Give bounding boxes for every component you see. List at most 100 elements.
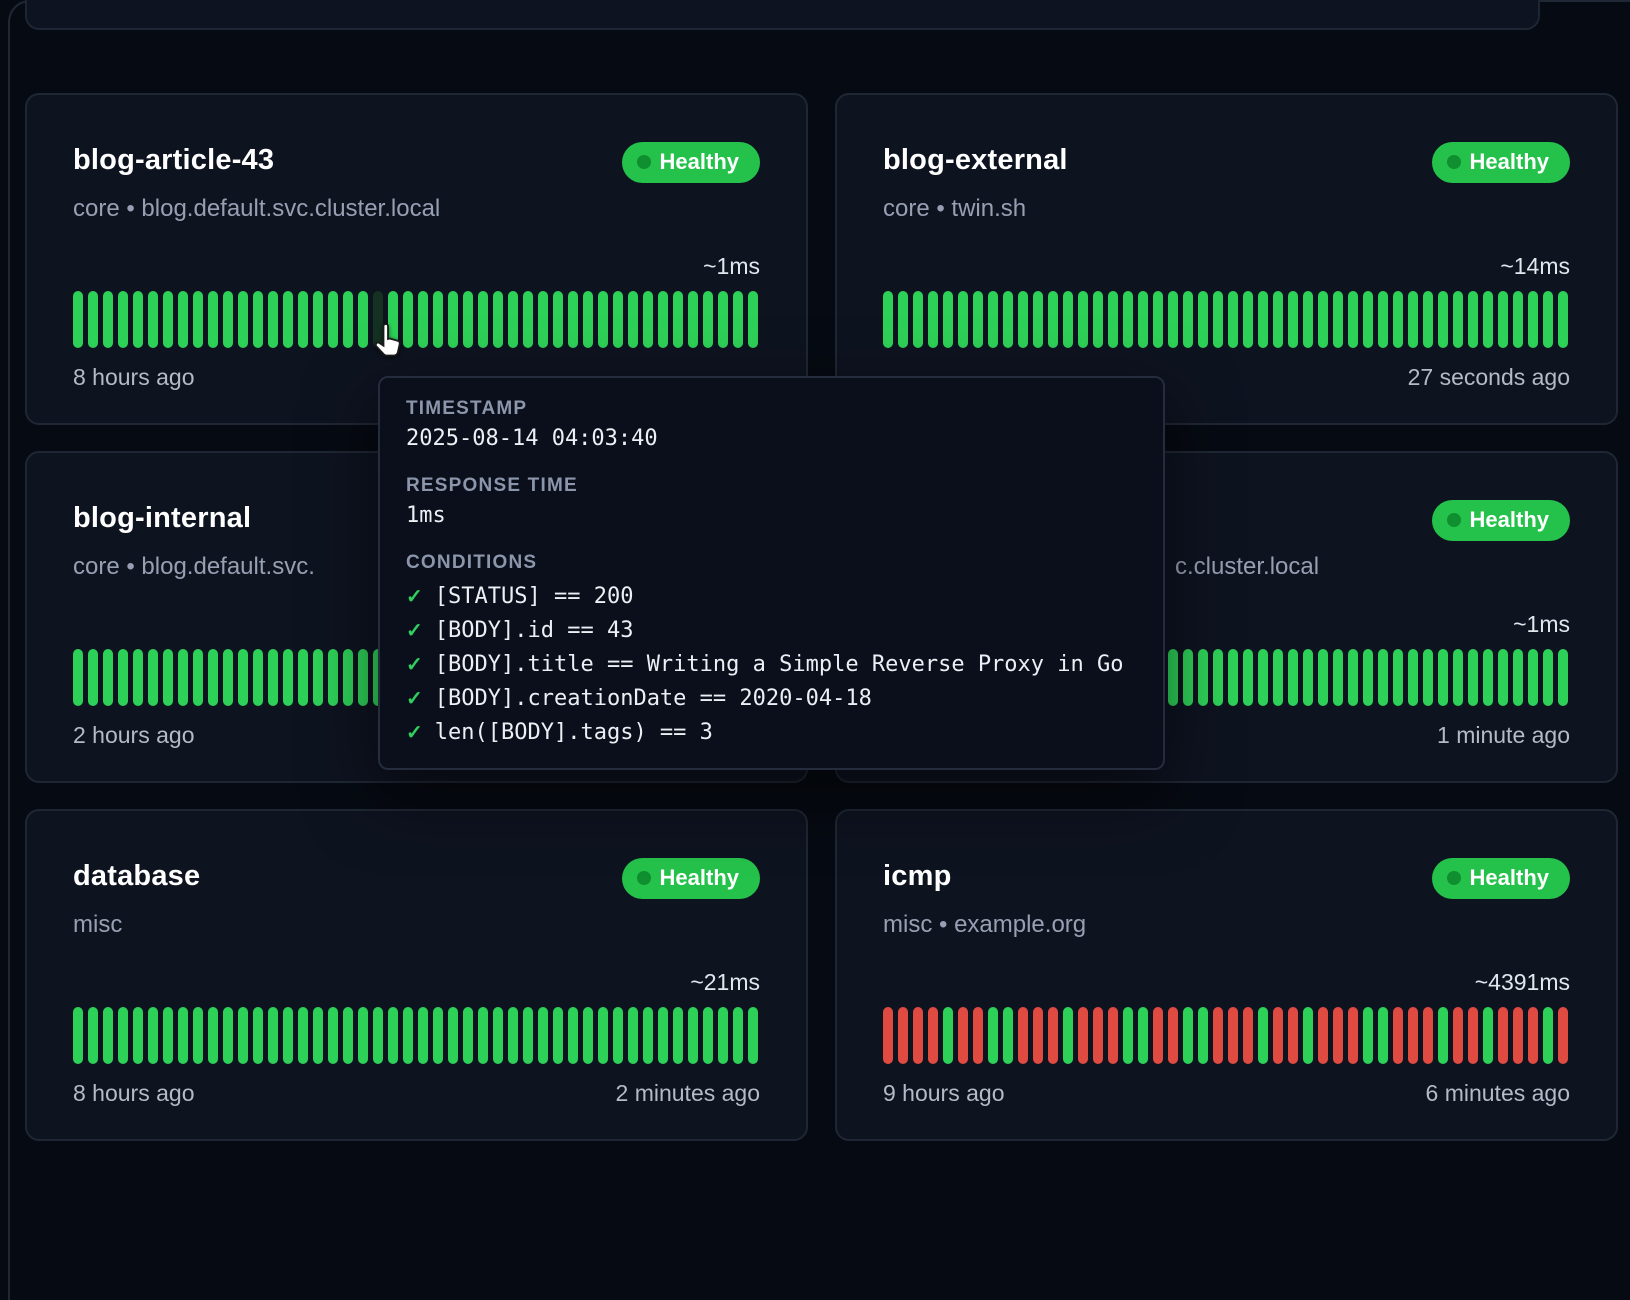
status-bar[interactable] <box>1063 291 1073 348</box>
status-bar[interactable] <box>253 649 263 706</box>
status-bar[interactable] <box>1483 291 1493 348</box>
status-bar[interactable] <box>1273 291 1283 348</box>
status-bar[interactable] <box>223 291 233 348</box>
status-bar[interactable] <box>1423 291 1433 348</box>
status-bar[interactable] <box>343 649 353 706</box>
status-bar[interactable] <box>1303 291 1313 348</box>
status-bar[interactable] <box>538 291 548 348</box>
status-bar[interactable] <box>1513 649 1523 706</box>
status-bar[interactable] <box>1423 649 1433 706</box>
status-bar[interactable] <box>568 1007 578 1064</box>
status-bar[interactable] <box>1363 1007 1373 1064</box>
status-bar[interactable] <box>1213 649 1223 706</box>
status-bar[interactable] <box>358 1007 368 1064</box>
status-bar[interactable] <box>1528 291 1538 348</box>
status-bar[interactable] <box>1528 1007 1538 1064</box>
status-bar[interactable] <box>673 291 683 348</box>
status-bar[interactable] <box>1378 649 1388 706</box>
status-bar[interactable] <box>1183 649 1193 706</box>
status-bar[interactable] <box>73 1007 83 1064</box>
status-bar[interactable] <box>1453 1007 1463 1064</box>
status-bar[interactable] <box>1273 649 1283 706</box>
status-bar[interactable] <box>268 291 278 348</box>
status-bar[interactable] <box>1288 1007 1298 1064</box>
status-bar[interactable] <box>493 1007 503 1064</box>
status-bar[interactable] <box>1168 649 1178 706</box>
status-bar[interactable] <box>298 1007 308 1064</box>
status-bar[interactable] <box>223 1007 233 1064</box>
status-bar[interactable] <box>418 1007 428 1064</box>
status-bar[interactable] <box>1348 291 1358 348</box>
status-bar[interactable] <box>703 291 713 348</box>
status-bar[interactable] <box>1183 291 1193 348</box>
status-bar[interactable] <box>298 649 308 706</box>
service-card-icmp[interactable]: icmp Healthy misc • example.org ~4391ms … <box>835 809 1618 1141</box>
status-bar[interactable] <box>973 291 983 348</box>
status-bar[interactable] <box>1093 1007 1103 1064</box>
status-bar[interactable] <box>1408 649 1418 706</box>
status-bar[interactable] <box>1198 1007 1208 1064</box>
status-bar[interactable] <box>958 291 968 348</box>
status-bar[interactable] <box>283 291 293 348</box>
status-bar[interactable] <box>583 291 593 348</box>
status-bar[interactable] <box>1318 1007 1328 1064</box>
status-bar[interactable] <box>313 1007 323 1064</box>
status-bar[interactable] <box>1393 291 1403 348</box>
status-bar[interactable] <box>433 291 443 348</box>
status-bar[interactable] <box>928 291 938 348</box>
status-bar[interactable] <box>163 649 173 706</box>
status-bar[interactable] <box>1543 291 1553 348</box>
status-bar[interactable] <box>118 1007 128 1064</box>
status-bar[interactable] <box>703 1007 713 1064</box>
status-bar[interactable] <box>1438 649 1448 706</box>
status-bar[interactable] <box>103 291 113 348</box>
status-bar[interactable] <box>328 291 338 348</box>
status-bar[interactable] <box>1468 291 1478 348</box>
status-bar[interactable] <box>1288 291 1298 348</box>
status-bar[interactable] <box>208 291 218 348</box>
status-bar[interactable] <box>523 291 533 348</box>
status-bar[interactable] <box>1483 649 1493 706</box>
status-bar[interactable] <box>1333 291 1343 348</box>
status-bar[interactable] <box>1498 1007 1508 1064</box>
status-bar[interactable] <box>1228 1007 1238 1064</box>
status-bar[interactable] <box>733 1007 743 1064</box>
status-bar[interactable] <box>568 291 578 348</box>
status-bar[interactable] <box>283 649 293 706</box>
status-bar[interactable] <box>403 1007 413 1064</box>
status-bar[interactable] <box>88 1007 98 1064</box>
status-bar[interactable] <box>1558 1007 1568 1064</box>
status-bar[interactable] <box>403 291 413 348</box>
status-bar[interactable] <box>1468 649 1478 706</box>
status-bar[interactable] <box>373 1007 383 1064</box>
status-bar[interactable] <box>1243 1007 1253 1064</box>
status-bar[interactable] <box>1363 291 1373 348</box>
status-bar[interactable] <box>1513 291 1523 348</box>
status-bar[interactable] <box>433 1007 443 1064</box>
status-bar[interactable] <box>493 291 503 348</box>
status-bar[interactable] <box>1378 1007 1388 1064</box>
status-bar[interactable] <box>223 649 233 706</box>
status-bar[interactable] <box>478 291 488 348</box>
status-bar[interactable] <box>553 291 563 348</box>
status-bar[interactable] <box>1228 291 1238 348</box>
status-bar[interactable] <box>1153 1007 1163 1064</box>
status-bar[interactable] <box>1063 1007 1073 1064</box>
status-bar[interactable] <box>508 291 518 348</box>
status-bar[interactable] <box>253 291 263 348</box>
status-bar[interactable] <box>943 291 953 348</box>
status-bar[interactable] <box>1093 291 1103 348</box>
status-bar[interactable] <box>148 649 158 706</box>
status-bar[interactable] <box>883 291 893 348</box>
status-bar[interactable] <box>463 291 473 348</box>
status-bar[interactable] <box>1273 1007 1283 1064</box>
status-bar[interactable] <box>448 1007 458 1064</box>
status-bar[interactable] <box>1333 1007 1343 1064</box>
status-bar[interactable] <box>1453 291 1463 348</box>
status-bar[interactable] <box>163 1007 173 1064</box>
status-bar[interactable] <box>943 1007 953 1064</box>
status-bar[interactable] <box>1438 1007 1448 1064</box>
status-bar[interactable] <box>658 291 668 348</box>
status-bar[interactable] <box>1138 1007 1148 1064</box>
status-bar[interactable] <box>478 1007 488 1064</box>
